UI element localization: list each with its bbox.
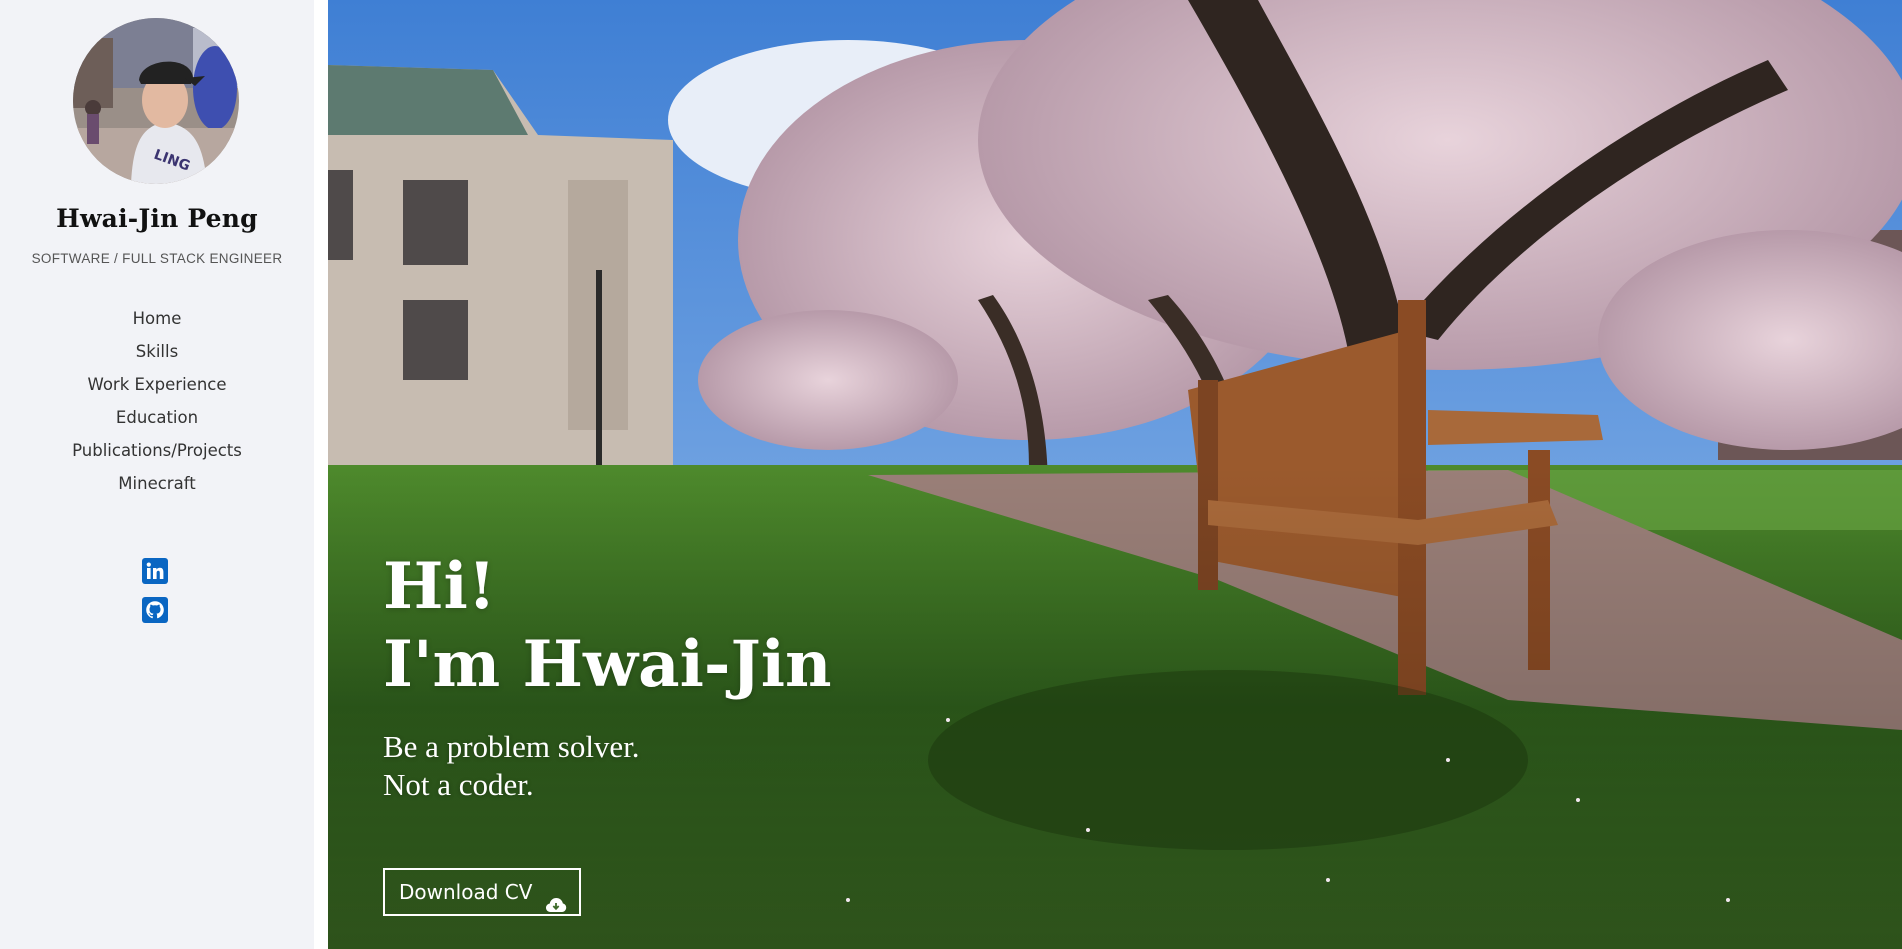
nav-item-home[interactable]: Home [0, 307, 314, 340]
nav-item-skills[interactable]: Skills [0, 340, 314, 373]
motto-line-2: Not a coder. [383, 767, 534, 802]
sidebar: LING Hwai-Jin Peng SOFTWARE / FULL STACK… [0, 0, 314, 949]
greeting-line-2: I'm Hwai-Jin [383, 627, 832, 702]
nav-item-minecraft[interactable]: Minecraft [0, 472, 314, 505]
social-links [142, 558, 170, 636]
download-cv-button[interactable]: Download CV [383, 868, 581, 916]
profile-photo: LING [73, 18, 239, 184]
sidebar-nav: Home Skills Work Experience Education Pu… [0, 307, 314, 505]
hero-section: Hi! I'm Hwai-Jin Be a problem solver. No… [328, 0, 1902, 949]
greeting-line-1: Hi! [383, 549, 496, 624]
avatar: LING [73, 18, 239, 184]
sidebar-divider [314, 0, 328, 949]
motto: Be a problem solver. Not a coder. [383, 728, 832, 804]
nav-item-publications-projects[interactable]: Publications/Projects [0, 439, 314, 472]
motto-line-1: Be a problem solver. [383, 729, 640, 764]
nav-item-education[interactable]: Education [0, 406, 314, 439]
cloud-download-icon [545, 885, 567, 912]
nav-item-work-experience[interactable]: Work Experience [0, 373, 314, 406]
hero-intro: Hi! I'm Hwai-Jin Be a problem solver. No… [383, 548, 832, 804]
github-icon[interactable] [142, 597, 168, 623]
hero-background-image [328, 0, 1902, 949]
profile-subtitle: SOFTWARE / FULL STACK ENGINEER [31, 251, 283, 266]
download-cv-label: Download CV [399, 880, 533, 904]
profile-name: Hwai-Jin Peng [56, 204, 258, 233]
linkedin-icon[interactable] [142, 558, 168, 584]
